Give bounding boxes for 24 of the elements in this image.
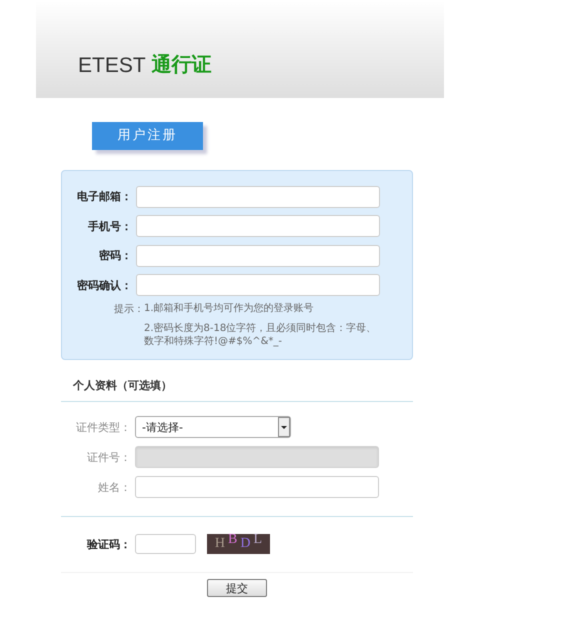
input-field[interactable] [136,186,380,208]
field-label: 证件号： [86,450,131,464]
input-field[interactable] [135,476,379,498]
submit-button[interactable]: 提交 [207,579,267,597]
input-field[interactable] [136,244,380,267]
hint-text: 2.密码长度为8-18位字符，且必须同时包含：字母、数字和特殊字符!@#$%^&*_- [144,322,378,348]
field-label: 验证码： [86,536,131,552]
input-field[interactable] [136,274,380,296]
field-label: 密码确认： [76,278,132,293]
field-label: 证件类型： [75,420,131,434]
field-label: 姓名： [97,480,131,494]
captcha-field[interactable] [135,534,196,554]
input-field[interactable] [136,215,380,238]
product-name: 通行证 [152,51,212,78]
section-title: 个人资料（可选填） [73,378,173,394]
caret-icon [278,417,290,437]
type-dropdown[interactable]: -请选择- [135,416,291,438]
hint-text: 1.邮箱和手机号均可作为您的登录账号 [144,302,315,315]
brand-name: ETEST [78,54,146,78]
hint-label: 提示： [114,303,144,317]
field-label: 电子邮箱： [76,189,132,204]
field-label: 手机号： [87,218,132,234]
field-label: 密码： [98,248,132,264]
captcha-image: H B D L [207,534,270,554]
